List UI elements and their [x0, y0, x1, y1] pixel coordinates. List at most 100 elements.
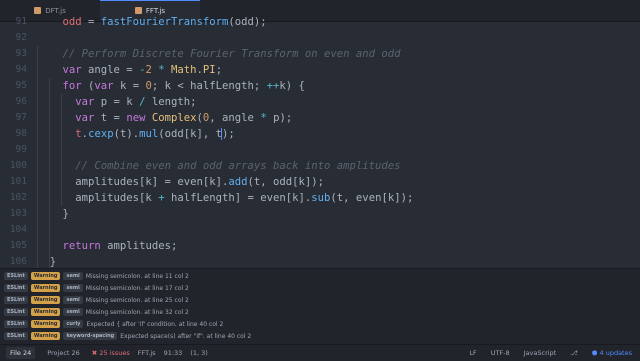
line-number[interactable]: 106	[0, 254, 27, 268]
code-line[interactable]: 97 var t = new Complex(0, angle * p);	[0, 110, 640, 126]
code-token: fastFourierTransform	[100, 16, 229, 28]
code-line[interactable]: 94 var angle = -2 * Math.PI;	[0, 62, 640, 78]
line-number[interactable]: 105	[0, 238, 27, 254]
line-number[interactable]: 104	[0, 222, 27, 238]
code-line[interactable]: 100 // Combine even and odd arrays back …	[0, 158, 640, 174]
code-token: amplitudes[k	[37, 192, 159, 204]
code-token: for	[62, 80, 82, 92]
lint-rule-badge: curly	[63, 320, 84, 328]
line-number[interactable]: 100	[0, 158, 27, 174]
code-token: }	[37, 256, 57, 268]
lint-rule-badge: semi	[63, 272, 83, 280]
issues-count[interactable]: ✖ 25 issues	[92, 349, 130, 357]
git-branch-icon: ⎇	[570, 349, 578, 357]
lint-message[interactable]: ESLint Warning semi Missing semicolon. at l…	[0, 270, 640, 282]
code-line[interactable]: 103 }	[0, 206, 640, 222]
code-token: return	[62, 240, 101, 252]
code-line[interactable]: 106 }	[0, 254, 640, 268]
lint-message-text: Expected space(s) after "if". at line 40…	[120, 332, 252, 340]
status-filename[interactable]: FFT.js	[138, 349, 156, 357]
lint-message[interactable]: ESLint Warning semi Missing semicolon. at l…	[0, 294, 640, 306]
updates-indicator[interactable]: ⬢ 4 updates	[592, 349, 632, 357]
code-token: (t).	[113, 128, 140, 140]
code-text[interactable]: }	[37, 254, 56, 268]
line-number[interactable]: 93	[0, 46, 27, 62]
code-line[interactable]: 101 amplitudes[k] = even[k].add(t, odd[k…	[0, 174, 640, 190]
line-number[interactable]: 103	[0, 206, 27, 222]
code-text[interactable]: }	[37, 206, 69, 222]
line-number[interactable]: 92	[0, 30, 27, 46]
code-token: ++	[266, 80, 280, 92]
line-number[interactable]: 101	[0, 174, 27, 190]
code-line[interactable]: 102 amplitudes[k + halfLength] = even[k]…	[0, 190, 640, 206]
lint-message[interactable]: ESLint Warning keyword-spacing Expected spa…	[0, 330, 640, 342]
code-text[interactable]: var p = k / length;	[37, 94, 196, 110]
code-line[interactable]: 92	[0, 30, 640, 46]
cursor-position[interactable]: 91:33	[164, 349, 183, 357]
project-issues-tab[interactable]: Project 26	[43, 347, 84, 359]
code-line[interactable]: 95 for (var k = 0; k < halfLength; ++k) …	[0, 78, 640, 94]
code-text[interactable]: // Perform Discrete Fourier Transform on…	[37, 46, 401, 62]
code-line[interactable]: 105 return amplitudes;	[0, 238, 640, 254]
code-line[interactable]: 91 odd = fastFourierTransform(odd);	[0, 14, 640, 30]
code-token: // Perform Discrete Fourier Transform on…	[62, 48, 401, 60]
code-token: p = k	[94, 96, 140, 108]
lint-source-badge: ESLint	[4, 272, 28, 280]
line-number[interactable]: 96	[0, 94, 27, 110]
grammar-selector[interactable]: JavaScript	[524, 349, 557, 357]
line-number[interactable]: 99	[0, 142, 27, 158]
code-line[interactable]: 93 // Perform Discrete Fourier Transform…	[0, 46, 640, 62]
code-token: Math	[171, 64, 197, 76]
code-text[interactable]: // Combine even and odd arrays back into…	[37, 158, 400, 174]
file-issues-tab[interactable]: File 24	[6, 347, 36, 359]
code-token: PI	[202, 64, 216, 76]
lint-rule-badge: keyword-spacing	[63, 332, 118, 340]
lint-rule-badge: semi	[63, 284, 83, 292]
code-text[interactable]: return amplitudes;	[37, 238, 178, 254]
code-token: mul	[139, 128, 159, 140]
line-number[interactable]: 91	[0, 14, 27, 30]
lint-message-text: Missing semicolon. at line 17 col 2	[85, 284, 189, 292]
code-text[interactable]: for (var k = 0; k < halfLength; ++k) {	[37, 78, 305, 94]
code-token: add	[228, 176, 248, 188]
code-text[interactable]: amplitudes[k] = even[k].add(t, odd[k]);	[37, 174, 324, 190]
line-number[interactable]: 94	[0, 62, 27, 78]
lint-severity-badge: Warning	[30, 308, 61, 316]
code-text[interactable]: t.cexp(t).mul(odd[k], t);	[37, 126, 235, 142]
code-token: =	[81, 16, 101, 28]
line-number[interactable]: 102	[0, 190, 27, 206]
code-line[interactable]: 99	[0, 142, 640, 158]
code-line[interactable]: 98 t.cexp(t).mul(odd[k], t);	[0, 126, 640, 142]
lint-message[interactable]: ESLint Warning semi Missing semicolon. at l…	[0, 282, 640, 294]
code-token: (	[81, 80, 95, 92]
lint-source-badge: ESLint	[4, 308, 28, 316]
line-ending[interactable]: LF	[469, 349, 476, 357]
code-text[interactable]: odd = fastFourierTransform(odd);	[37, 14, 267, 30]
code-text[interactable]: var angle = -2 * Math.PI;	[37, 62, 223, 78]
file-encoding[interactable]: UTF-8	[491, 349, 510, 357]
line-number[interactable]: 97	[0, 110, 27, 126]
code-text[interactable]: amplitudes[k + halfLength] = even[k].sub…	[37, 190, 413, 206]
error-icon: ✖	[91, 349, 98, 357]
code-text[interactable]: var t = new Complex(0, angle * p);	[37, 110, 292, 126]
lint-message-text: Missing semicolon. at line 11 col 2	[85, 272, 189, 280]
code-editor[interactable]: 91 odd = fastFourierTransform(odd); 92 93 …	[0, 0, 640, 268]
line-number[interactable]: 95	[0, 78, 27, 94]
code-token: cexp	[88, 128, 114, 140]
code-token: odd	[62, 16, 82, 28]
lint-severity-badge: Warning	[30, 272, 61, 280]
lint-severity-badge: Warning	[30, 284, 61, 292]
lint-message-text: Missing semicolon. at line 25 col 2	[85, 296, 189, 304]
lint-message[interactable]: ESLint Warning semi Missing semicolon. at l…	[0, 306, 640, 318]
selection-count: (1, 3)	[190, 349, 208, 357]
lint-message[interactable]: ESLint Warning curly Expected { after 'if' …	[0, 318, 640, 330]
linter-panel: ESLint Warning semi Missing semicolon. at l…	[0, 268, 640, 345]
code-token: sub	[311, 192, 331, 204]
code-line[interactable]: 104	[0, 222, 640, 238]
code-line[interactable]: 96 var p = k / length;	[0, 94, 640, 110]
line-number[interactable]: 98	[0, 126, 27, 142]
code-token: ; k < halfLength;	[151, 80, 267, 92]
